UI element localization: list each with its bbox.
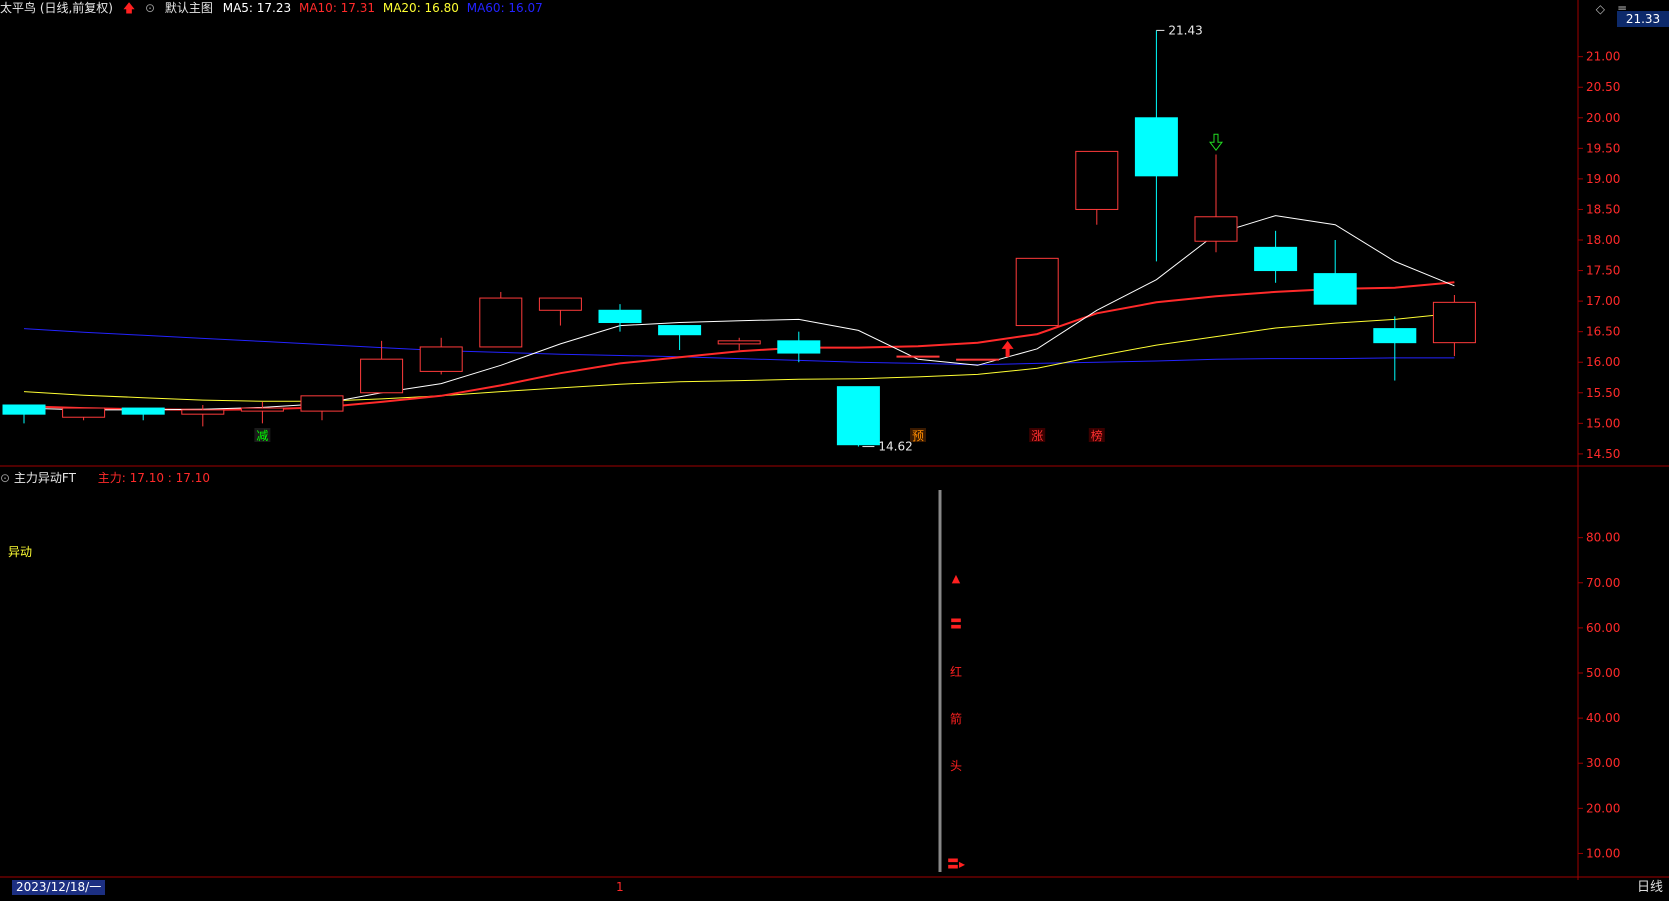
price-tick-label: 16.50 xyxy=(1586,325,1620,339)
candle-body xyxy=(1194,216,1238,242)
candle-body xyxy=(419,346,463,372)
sub-chart-header: ⊙ 主力异动FT 主力: 17.10 : 17.10 xyxy=(0,470,210,486)
price-tick-label: 15.00 xyxy=(1586,416,1620,430)
candle-body xyxy=(479,297,523,348)
price-tick-label: 17.50 xyxy=(1586,264,1620,278)
period-button[interactable]: 日线 xyxy=(1637,880,1663,896)
candle-body xyxy=(121,407,165,415)
candle-body xyxy=(300,395,344,412)
sub-chart-value: 主力: 17.10 : 17.10 xyxy=(97,471,210,485)
chart-header: 太平鸟 (日线,前复权) 🡅 ⊙ 默认主图 MA5: 17.23 MA10: 1… xyxy=(0,0,547,16)
candle-body xyxy=(896,355,940,358)
footer-mark: 1 xyxy=(616,880,624,894)
price-tick-label: 17.00 xyxy=(1586,294,1620,308)
candle-body xyxy=(2,404,46,415)
sub-axis-label: 70.00 xyxy=(1586,576,1620,590)
main-chart[interactable]: 21.00 20.50 20.00 19.50 19.00 18.50 18.00 17.50… xyxy=(0,0,1669,901)
sub-axis-label: 80.00 xyxy=(1586,531,1620,545)
signal-marker-text: 箭 xyxy=(950,711,962,726)
date-cursor-label: 2023/12/18/一 xyxy=(12,880,106,895)
dropdown-icon[interactable]: ⊙ xyxy=(145,1,155,15)
price-tick-label: 19.50 xyxy=(1586,141,1620,155)
price-tick-label: 20.50 xyxy=(1586,80,1620,94)
candle-body xyxy=(1313,273,1357,305)
signal-marker-text: 〓 xyxy=(950,617,962,631)
price-tick-label: 18.00 xyxy=(1586,233,1620,247)
price-tick-label: 16.00 xyxy=(1586,355,1620,369)
candle-body xyxy=(777,340,821,354)
high-price-label: 21.43 xyxy=(1168,23,1202,37)
candle-body xyxy=(1432,301,1476,344)
candle-body xyxy=(836,386,880,446)
signal-tag: 涨 xyxy=(1031,428,1043,443)
candle-body xyxy=(538,297,582,311)
candle-body xyxy=(1373,328,1417,344)
candle-body xyxy=(1254,246,1298,272)
ma60-label: MA60: 16.07 xyxy=(466,1,543,15)
candle-body xyxy=(956,358,1000,361)
price-tick-label: 19.00 xyxy=(1586,172,1620,186)
candle-body xyxy=(1134,117,1178,177)
sub-axis-label: 10.00 xyxy=(1586,846,1620,860)
candle-body xyxy=(717,340,761,345)
low-price-label: 14.62 xyxy=(878,440,912,454)
candle-body xyxy=(181,409,225,415)
signal-marker-text: 红 xyxy=(950,664,962,679)
sub-chart-label: 异动 xyxy=(8,545,33,559)
sell-arrow-icon xyxy=(1209,133,1223,152)
price-tick-label: 20.00 xyxy=(1586,111,1620,125)
sub-axis-label: 40.00 xyxy=(1586,711,1620,725)
buy-arrow-icon xyxy=(1001,340,1014,357)
sub-chart-title[interactable]: 主力异动FT xyxy=(14,471,76,485)
candle-body xyxy=(1075,150,1119,210)
signal-tag: 预 xyxy=(912,429,924,443)
stock-title[interactable]: 太平鸟 (日线,前复权) xyxy=(0,1,113,15)
sub-axis-label: 60.00 xyxy=(1586,621,1620,635)
diamond-icon[interactable]: ◇ xyxy=(1596,2,1605,16)
price-tick-label: 14.50 xyxy=(1586,447,1620,461)
signal-marker-text: 头 xyxy=(950,759,962,773)
signal-tag: 减 xyxy=(256,429,268,443)
candle-body xyxy=(360,358,404,394)
sub-axis-label: 30.00 xyxy=(1586,756,1620,770)
ma20-label: MA20: 16.80 xyxy=(382,1,459,15)
candle-body xyxy=(1015,257,1059,327)
candle-body xyxy=(598,309,642,323)
price-tick-label: 15.50 xyxy=(1586,386,1620,400)
template-name[interactable]: 默认主图 xyxy=(165,1,213,15)
ma10-label: MA10: 17.31 xyxy=(298,1,376,15)
candle-body xyxy=(658,325,702,336)
sub-axis-label: 20.00 xyxy=(1586,801,1620,815)
price-tick-label: 21.00 xyxy=(1586,50,1620,64)
candle-body xyxy=(62,407,106,418)
signal-marker-text: ▲ xyxy=(952,572,961,585)
up-arrow-icon: 🡅 xyxy=(122,1,136,15)
signal-marker-text: 〓▸ xyxy=(947,857,965,871)
current-price-tag: 21.33 xyxy=(1617,11,1669,27)
candle-body xyxy=(240,407,284,412)
price-tick-label: 18.50 xyxy=(1586,202,1620,216)
ma20-line xyxy=(23,312,1455,402)
ma5-label: MA5: 17.23 xyxy=(222,1,292,15)
sub-toggle-icon[interactable]: ⊙ xyxy=(0,471,10,485)
sub-axis-label: 50.00 xyxy=(1586,666,1620,680)
signal-tag: 榜 xyxy=(1091,428,1103,443)
